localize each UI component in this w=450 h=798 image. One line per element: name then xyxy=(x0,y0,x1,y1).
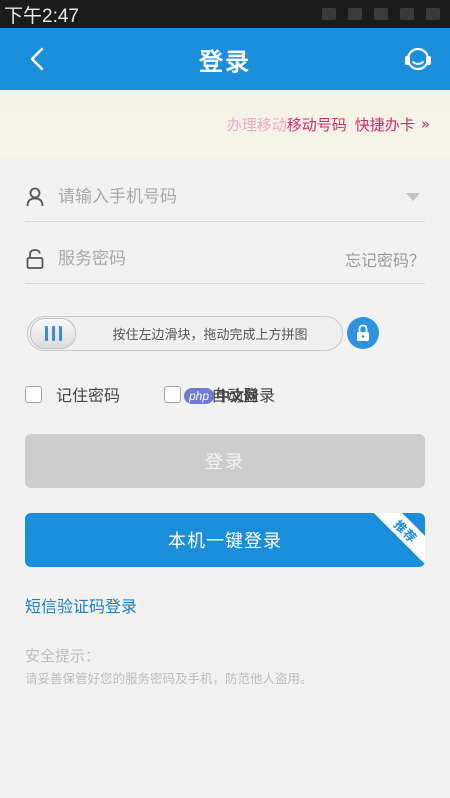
remember-password-checkbox[interactable]: 记住密码 xyxy=(25,382,120,406)
phone-input[interactable] xyxy=(58,186,405,207)
watermark-brand: php xyxy=(184,388,215,404)
double-chevron-right-icon: » xyxy=(420,115,430,133)
checkbox-box[interactable] xyxy=(164,385,181,403)
remember-password-label: 记住密码 xyxy=(56,386,121,405)
phone-field xyxy=(25,172,425,222)
security-tip-body: 请妥善保管好您的服务密码及手机，防范他人盗用。 xyxy=(25,671,313,686)
watermark-logo: php 中文网 xyxy=(184,386,258,406)
status-time: 下午2:47 xyxy=(4,5,79,27)
lock-outline-icon xyxy=(25,248,45,270)
slider-captcha: 按住左边滑块，拖动完成上方拼图 xyxy=(27,316,343,351)
page-title: 登录 xyxy=(199,47,251,76)
checkbox-box[interactable] xyxy=(25,385,42,403)
back-button[interactable] xyxy=(22,44,52,74)
onekey-login-button[interactable]: 本机一键登录 推荐 xyxy=(25,513,425,567)
banner-text: 办理移动移动号码 快捷办卡 xyxy=(227,114,415,135)
login-button[interactable]: 登录 xyxy=(25,434,425,488)
slider-hint: 按住左边滑块，拖动完成上方拼图 xyxy=(112,328,308,343)
chevron-left-icon xyxy=(30,47,44,71)
status-bar: 下午2:47 xyxy=(0,0,450,28)
signal-icon xyxy=(400,8,414,20)
recommend-badge: 推荐 xyxy=(371,513,425,566)
password-input[interactable] xyxy=(58,248,345,269)
status-icons xyxy=(322,8,440,20)
alarm-icon xyxy=(322,8,336,20)
vibrate-icon xyxy=(348,8,362,20)
customer-service-icon xyxy=(405,47,431,71)
password-field: 忘记密码？ xyxy=(25,234,425,284)
banner-main-text: 移动号码 xyxy=(286,115,347,134)
slider-handle[interactable] xyxy=(30,318,76,349)
customer-service-button[interactable] xyxy=(402,43,434,75)
wifi-icon xyxy=(374,8,388,20)
promo-banner[interactable]: 办理移动移动号码 快捷办卡 » xyxy=(0,90,450,158)
onekey-login-label: 本机一键登录 xyxy=(168,531,282,552)
forgot-password-link[interactable]: 忘记密码？ xyxy=(345,247,425,271)
header-bar: 登录 xyxy=(0,28,450,90)
captcha-lock-icon xyxy=(347,317,379,349)
banner-faded-text: 办理移动 xyxy=(226,115,287,134)
watermark-text: 中文网 xyxy=(216,389,259,405)
user-icon xyxy=(25,186,45,208)
battery-icon xyxy=(426,8,440,20)
banner-quick-text: 快捷办卡 xyxy=(354,115,415,134)
chevron-down-icon[interactable] xyxy=(405,192,421,202)
sms-login-link[interactable]: 短信验证码登录 xyxy=(25,593,137,617)
security-tip-title: 安全提示： xyxy=(25,647,101,665)
